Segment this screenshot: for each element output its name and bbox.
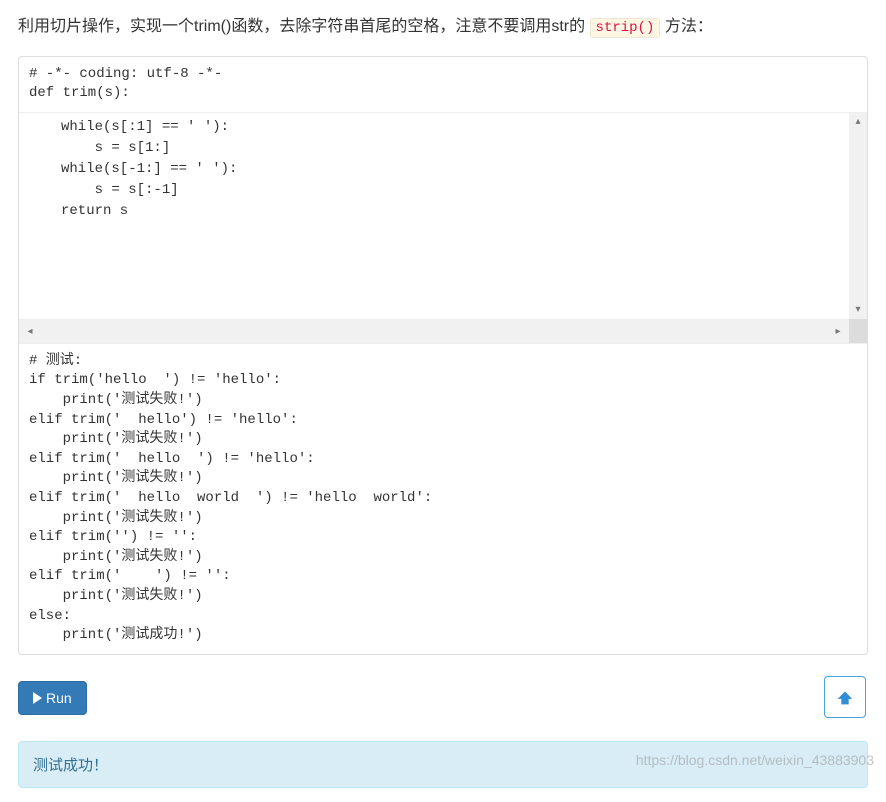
scrollbar-corner [849,319,867,343]
problem-description: 利用切片操作，实现一个trim()函数，去除字符串首尾的空格，注意不要调用str… [18,14,868,40]
scroll-up-arrow-icon[interactable]: ▴ [849,113,867,131]
arrow-up-icon [834,686,856,708]
code-editor[interactable]: while(s[:1] == ' '): s = s[1:] while(s[-… [19,113,867,319]
output-panel: 测试成功！ [18,741,868,788]
code-tests-block: # 测试: if trim('hello ') != 'hello': prin… [19,344,867,654]
code-editor-wrap: while(s[:1] == ' '): s = s[1:] while(s[-… [19,112,867,344]
code-container: # -*- coding: utf-8 -*- def trim(s): whi… [18,56,868,655]
inline-code-strip: strip() [590,18,661,38]
description-suffix: 方法： [665,18,713,35]
output-text: 测试成功！ [33,757,108,774]
scroll-down-arrow-icon[interactable]: ▾ [849,301,867,319]
horizontal-scrollbar[interactable]: ◂ ▸ [19,319,849,343]
description-prefix: 利用切片操作，实现一个trim()函数，去除字符串首尾的空格，注意不要调用str… [18,18,585,35]
run-button[interactable]: Run [18,681,87,715]
code-header-block: # -*- coding: utf-8 -*- def trim(s): [19,57,867,112]
scroll-to-top-button[interactable] [824,676,866,718]
play-icon [33,692,42,704]
run-button-label: Run [46,690,72,706]
vertical-scrollbar[interactable]: ▴ ▾ [849,113,867,319]
scroll-left-arrow-icon[interactable]: ◂ [21,323,39,341]
scroll-right-arrow-icon[interactable]: ▸ [829,323,847,341]
